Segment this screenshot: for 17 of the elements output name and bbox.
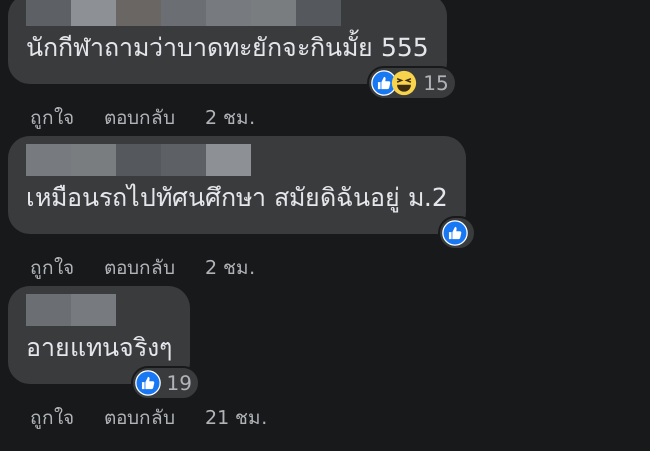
comment-time: 21 ชม. bbox=[205, 406, 268, 431]
like-link[interactable]: ถูกใจ bbox=[30, 102, 74, 132]
reply-link[interactable]: ตอบกลับ bbox=[104, 252, 175, 282]
like-link[interactable]: ถูกใจ bbox=[30, 252, 74, 282]
reply-link[interactable]: ตอบกลับ bbox=[104, 102, 175, 132]
comment-time: 2 ชม. bbox=[205, 106, 256, 131]
comment-time: 2 ชม. bbox=[205, 256, 256, 281]
thumbs-up-icon bbox=[134, 370, 161, 396]
comment-text: อายแทนจริงๆ bbox=[26, 332, 172, 364]
reply-link[interactable]: ตอบกลับ bbox=[104, 402, 175, 432]
laughing-face-icon bbox=[391, 70, 418, 96]
like-link[interactable]: ถูกใจ bbox=[30, 402, 74, 432]
comment-text: นักกีฬาถามว่าบาดทะยักจะกินมั้ย 555 bbox=[26, 30, 429, 66]
reaction-badge[interactable]: 15 bbox=[367, 66, 457, 100]
comment-text: เหมือนรถไปทัศนศึกษา สมัยดิฉันอยู่ ม.2 bbox=[26, 182, 448, 214]
reaction-badge[interactable]: 19 bbox=[130, 366, 200, 400]
thumbs-up-icon bbox=[442, 220, 468, 246]
